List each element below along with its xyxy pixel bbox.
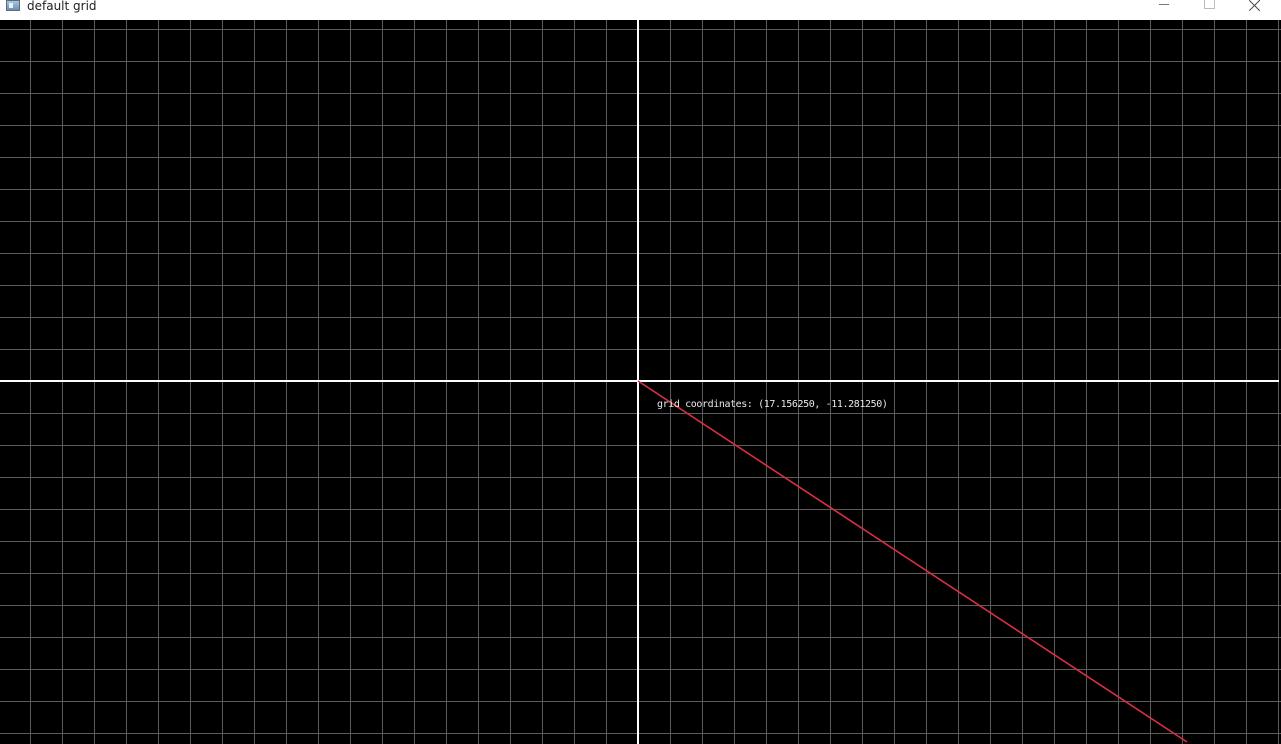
grid-coordinates-readout: grid coordinates: (17.156250, -11.281250… xyxy=(657,399,888,410)
app-window-icon xyxy=(6,0,20,11)
close-icon xyxy=(1249,0,1261,12)
minimize-icon xyxy=(1159,4,1169,5)
title-bar[interactable]: default grid xyxy=(0,0,1281,20)
app-window: default grid grid coordinates: (17.15625… xyxy=(0,0,1281,744)
maximize-icon xyxy=(1203,0,1215,9)
grid-canvas[interactable]: grid coordinates: (17.156250, -11.281250… xyxy=(0,20,1281,744)
window-title: default grid xyxy=(27,0,97,13)
close-button[interactable] xyxy=(1232,0,1278,20)
minimize-button[interactable] xyxy=(1141,0,1187,20)
cursor-line xyxy=(637,380,1188,743)
grid-svg[interactable] xyxy=(0,20,1281,744)
maximize-button[interactable] xyxy=(1186,0,1232,20)
